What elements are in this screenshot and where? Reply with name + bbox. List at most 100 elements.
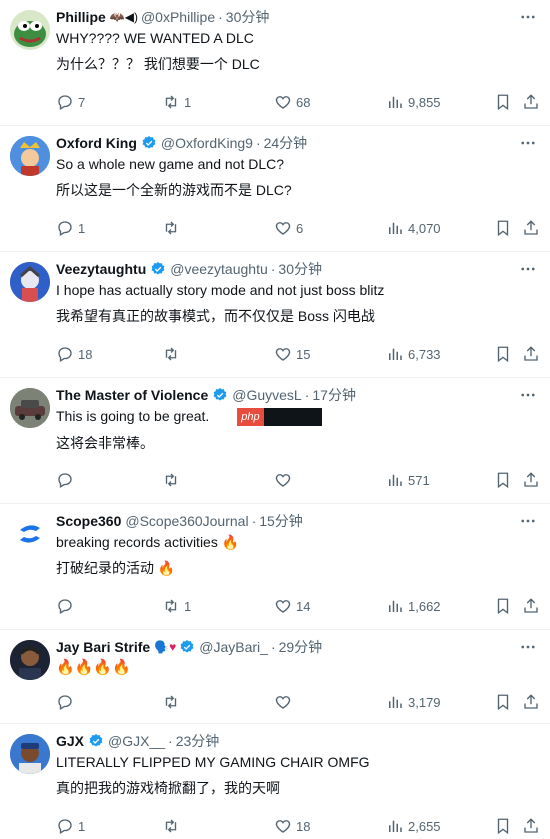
avatar[interactable] [10,136,50,176]
more-options-icon[interactable] [518,260,538,278]
author-handle[interactable]: @JayBari_ [199,639,268,655]
author-name[interactable]: Veezytaughtu [56,261,146,277]
timestamp[interactable]: 17分钟 [312,385,356,405]
more-options-icon[interactable] [518,512,538,530]
avatar[interactable] [10,514,50,554]
share-button[interactable] [522,693,540,711]
retweet-button[interactable] [162,471,184,489]
reply-button[interactable]: 7 [56,93,85,111]
like-button[interactable]: 15 [274,345,310,363]
avatar[interactable] [10,734,50,774]
tweet[interactable]: Jay Bari Strife 🗣️♥ @JayBari_ · 29分钟 🔥🔥🔥… [0,630,550,724]
bookmark-button[interactable] [494,93,512,111]
timestamp[interactable]: 30分钟 [278,259,322,279]
like-count: 68 [296,94,311,110]
author-name[interactable]: Scope360 [56,513,121,529]
bookmark-button[interactable] [494,219,512,237]
reply-button[interactable] [56,693,78,711]
author-handle[interactable]: @GJX__ [108,733,165,749]
bookmark-button[interactable] [494,345,512,363]
like-button[interactable] [274,471,296,489]
reply-button[interactable]: 1 [56,219,85,237]
more-options-icon[interactable] [518,386,538,404]
author-name[interactable]: The Master of Violence [56,387,208,403]
avatar[interactable] [10,10,50,50]
tweet[interactable]: Scope360 @Scope360Journal · 15分钟 breakin… [0,504,550,630]
share-button[interactable] [522,597,540,615]
author-handle[interactable]: @veezytaughtu [170,261,268,277]
retweet-button[interactable]: 1 [162,93,191,111]
retweet-button[interactable] [162,693,184,711]
more-options-icon[interactable] [518,8,538,26]
author-handle[interactable]: @OxfordKing9 [161,135,253,151]
tweet-text: This is going to be great. php [56,407,536,427]
timestamp[interactable]: 15分钟 [259,511,303,531]
author-name[interactable]: Oxford King [56,135,137,151]
tweet[interactable]: GJX @GJX__ · 23分钟 LITERALLY FLIPPED MY G… [0,724,550,839]
share-button[interactable] [522,471,540,489]
views-button[interactable]: 1,662 [386,597,441,615]
views-button[interactable]: 3,179 [386,693,441,711]
retweet-button[interactable] [162,219,184,237]
like-button[interactable]: 6 [274,219,303,237]
tweet-header: Veezytaughtu @veezytaughtu · 30分钟 [56,260,536,278]
share-button[interactable] [522,345,540,363]
views-button[interactable]: 2,655 [386,817,441,835]
views-button[interactable]: 6,733 [386,345,441,363]
author-name[interactable]: Phillipe [56,9,106,25]
retweet-icon [165,695,177,709]
bookmark-icon [497,220,509,237]
author-handle[interactable]: @GuyvesL [232,387,301,403]
tweet-translation: 为什么？？？ 我们想要一个 DLC [56,56,260,72]
reply-button[interactable]: 18 [56,345,92,363]
share-button[interactable] [522,817,540,835]
like-button[interactable]: 18 [274,817,310,835]
like-button[interactable]: 14 [274,597,310,615]
reply-button[interactable] [56,471,78,489]
avatar[interactable] [10,388,50,428]
retweet-button[interactable] [162,345,184,363]
retweet-button[interactable]: 1 [162,597,191,615]
author-name[interactable]: Jay Bari Strife [56,639,150,655]
retweet-button[interactable] [162,817,184,835]
views-button[interactable]: 571 [386,471,430,489]
more-options-icon[interactable] [518,134,538,152]
share-button[interactable] [522,93,540,111]
like-button[interactable]: 68 [274,93,310,111]
reply-button[interactable]: 1 [56,817,85,835]
reply-count: 18 [78,346,93,362]
separator-dot: · [218,9,223,25]
reply-count: 1 [78,220,86,236]
tweet[interactable]: The Master of Violence @GuyvesL · 17分钟 T… [0,378,550,504]
timestamp[interactable]: 23分钟 [176,731,220,751]
bookmark-button[interactable] [494,817,512,835]
tweet[interactable]: Veezytaughtu @veezytaughtu · 30分钟 I hope… [0,252,550,378]
timestamp[interactable]: 24分钟 [264,133,308,153]
views-button[interactable]: 4,070 [386,219,441,237]
bar-chart-icon [389,600,402,612]
more-options-icon[interactable] [518,638,538,656]
tweet[interactable]: Phillipe 🦇◀) @0xPhillipe · 30分钟 WHY???? … [0,0,550,126]
bar-chart-icon [389,474,402,486]
tweet[interactable]: Oxford King @OxfordKing9 · 24分钟 So a who… [0,126,550,252]
bookmark-button[interactable] [494,597,512,615]
reply-button[interactable] [56,597,78,615]
author-handle[interactable]: @0xPhillipe [141,9,215,25]
timestamp[interactable]: 29分钟 [279,637,323,657]
like-button[interactable] [274,693,296,711]
separator-dot: · [304,387,310,403]
timestamp[interactable]: 30分钟 [226,7,270,27]
tweet-text: breaking records activities 🔥 [56,534,240,550]
author-handle[interactable]: @Scope360Journal [125,513,248,529]
share-button[interactable] [522,219,540,237]
avatar[interactable] [10,640,50,680]
bookmark-button[interactable] [494,693,512,711]
tweet-text: 🔥🔥🔥🔥 [56,659,131,676]
author-name[interactable]: GJX [56,733,84,749]
bookmark-icon [497,598,509,615]
reply-icon [58,819,72,834]
avatar[interactable] [10,262,50,302]
heart-icon [275,474,291,487]
views-button[interactable]: 9,855 [386,93,441,111]
bookmark-button[interactable] [494,471,512,489]
